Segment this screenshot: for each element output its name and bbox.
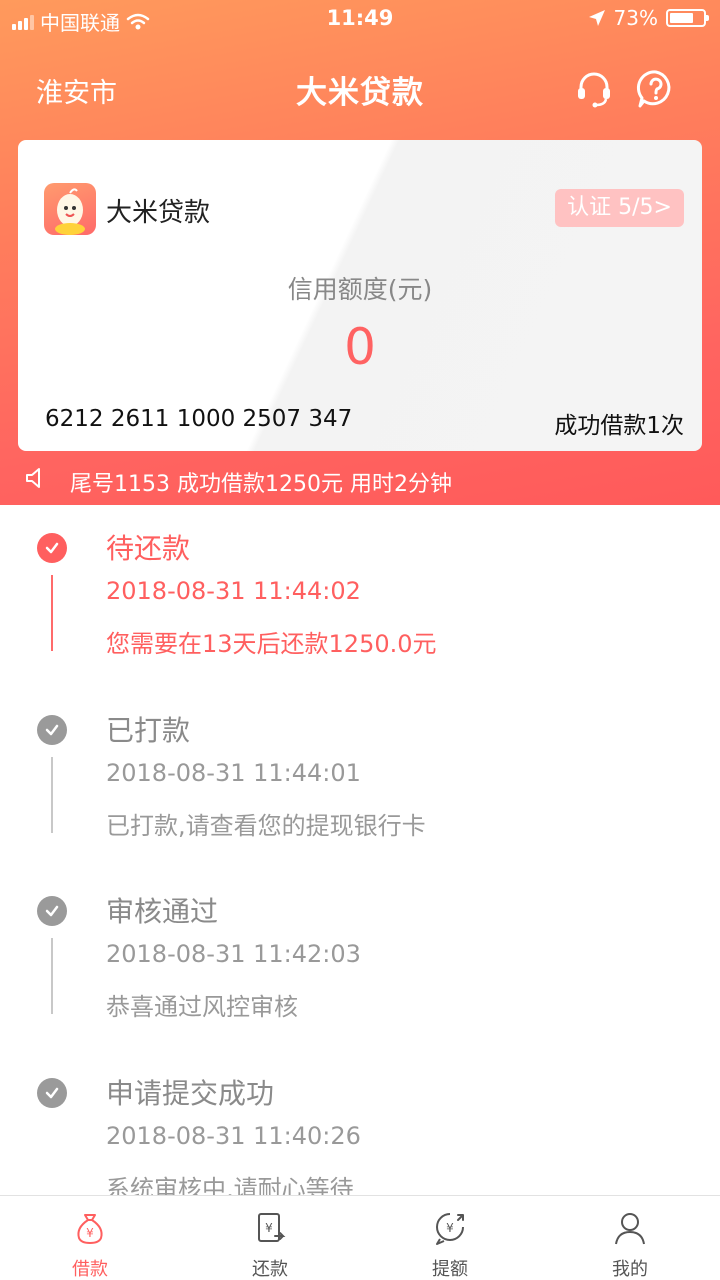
help-icon[interactable] [636, 69, 676, 109]
loan-timeline: 待还款 2018-08-31 11:44:02 您需要在13天后还款1250.0… [0, 505, 720, 1195]
certification-button[interactable]: 认证 5/5> [555, 189, 684, 227]
step-message: 系统审核中,请耐心等待 [106, 1175, 354, 1195]
step-message: 您需要在13天后还款1250.0元 [106, 630, 437, 658]
step-title: 待还款 [106, 532, 191, 565]
svg-text:¥: ¥ [86, 1226, 94, 1240]
step-time: 2018-08-31 11:44:02 [106, 577, 361, 605]
bottom-tab-bar: ¥ 借款 ¥ 还款 ¥ 提额 我的 [0, 1195, 720, 1280]
money-bag-icon: ¥ [77, 1214, 103, 1245]
headset-icon[interactable] [574, 69, 614, 109]
speaker-icon [26, 468, 40, 488]
step-title: 已打款 [106, 714, 191, 747]
raise-limit-icon: ¥ [436, 1213, 464, 1245]
notice-bar: 尾号1153 成功借款1250元 用时2分钟 [0, 458, 720, 502]
step-time: 2018-08-31 11:44:01 [106, 759, 361, 787]
nav-bar: 淮安市 大米贷款 [0, 55, 720, 121]
svg-text:¥: ¥ [265, 1221, 273, 1235]
credit-limit-value: 0 [344, 318, 376, 376]
battery-percent: 73% [613, 6, 658, 30]
tab-label: 借款 [72, 1259, 108, 1280]
tab-label: 我的 [612, 1259, 648, 1280]
check-icon [37, 896, 67, 926]
step-message: 恭喜通过风控审核 [106, 993, 298, 1021]
step-title: 申请提交成功 [106, 1077, 275, 1110]
check-icon [37, 715, 67, 745]
bank-card-number: 6212 2611 1000 2507 347 [45, 406, 353, 432]
brand-name: 大米贷款 [106, 198, 211, 228]
tab-borrow[interactable]: ¥ 借款 [0, 1196, 180, 1280]
check-icon [37, 1078, 67, 1108]
step-message: 已打款,请查看您的提现银行卡 [106, 812, 426, 840]
tab-label: 还款 [252, 1259, 288, 1280]
location-arrow-icon [588, 10, 605, 26]
check-icon [37, 533, 67, 563]
timeline-connector [51, 757, 53, 833]
notice-text: 尾号1153 成功借款1250元 用时2分钟 [70, 472, 452, 497]
app-logo [44, 183, 96, 235]
battery-icon [666, 9, 709, 27]
step-time: 2018-08-31 11:40:26 [106, 1122, 361, 1150]
svg-text:¥: ¥ [446, 1221, 454, 1235]
repay-icon: ¥ [258, 1213, 286, 1242]
success-loan-count: 成功借款1次 [554, 413, 684, 439]
timeline-connector [51, 575, 53, 651]
credit-limit-label: 信用额度(元) [287, 275, 433, 304]
tab-label: 提额 [432, 1259, 468, 1280]
tab-raise-limit[interactable]: ¥ 提额 [360, 1196, 540, 1280]
step-title: 审核通过 [106, 895, 219, 928]
status-bar: 中国联通 11:49 73% [0, 0, 720, 40]
tab-repay[interactable]: ¥ 还款 [180, 1196, 360, 1280]
credit-card-panel: 大米贷款 认证 5/5> 信用额度(元) 0 6212 2611 1000 25… [18, 140, 702, 451]
tab-mine[interactable]: 我的 [540, 1196, 720, 1280]
user-icon [615, 1213, 645, 1245]
step-time: 2018-08-31 11:42:03 [106, 940, 361, 968]
timeline-connector [51, 938, 53, 1014]
